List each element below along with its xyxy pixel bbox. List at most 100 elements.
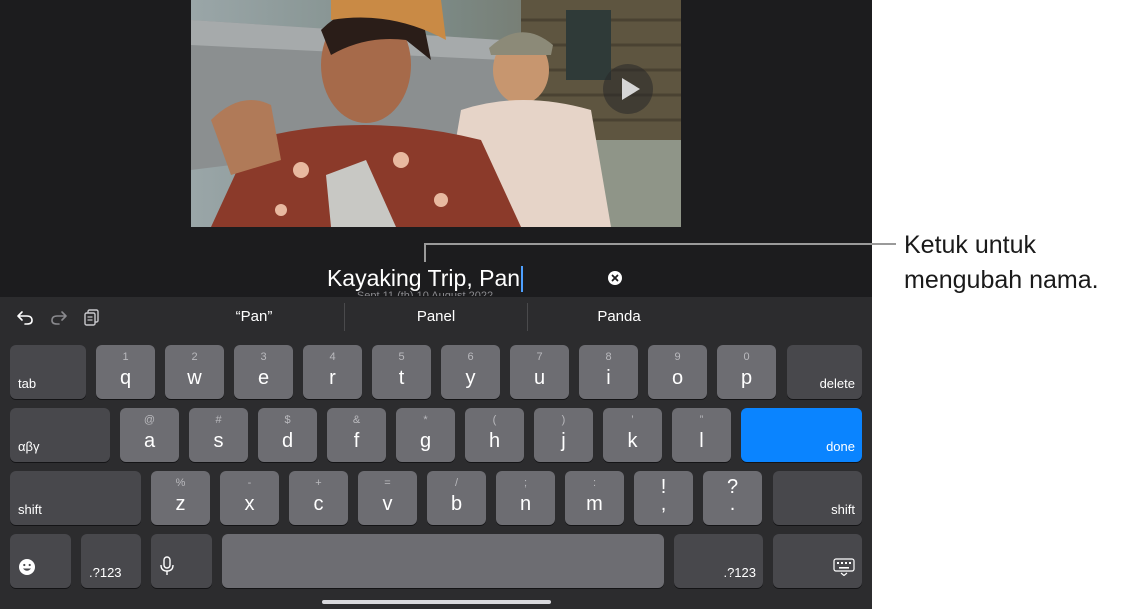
key-i[interactable]: 8i [579,345,638,399]
key-y[interactable]: 6y [441,345,500,399]
key-r[interactable]: 4r [303,345,362,399]
suggestion-1[interactable]: “Pan” [164,297,344,337]
key-v[interactable]: = v [358,471,417,525]
done-key[interactable]: done [741,408,862,462]
shift-key-label: shift [831,502,855,517]
key-char: l [699,430,704,452]
key-q[interactable]: 1q [96,345,155,399]
suggestion-3[interactable]: Panda [528,297,710,337]
key-char: w [187,367,202,389]
key-alt: - [247,477,252,489]
delete-key-label: delete [819,376,855,391]
key-period[interactable]: ?. [703,471,762,525]
undo-button[interactable] [16,308,34,326]
key-char: m [586,493,603,515]
key-alt: 4 [329,351,336,363]
key-alt: $ [284,414,291,426]
key-k[interactable]: ’ k [603,408,662,462]
emoji-key[interactable] [10,534,71,588]
shift-right-key[interactable]: shift [773,471,862,525]
key-char: x [244,493,255,515]
key-char: o [671,367,684,389]
key-f[interactable]: & f [327,408,386,462]
project-date-text: Sept 11 (th) 10 August 2022 [356,290,494,296]
key-alt: ’ [631,414,634,426]
key-alt: : [592,477,597,489]
undo-icon [17,311,33,325]
play-button[interactable] [603,64,653,114]
key-alt: # [215,414,222,426]
key-d[interactable]: $ d [258,408,317,462]
tab-key-label: tab [18,376,37,391]
redo-icon [51,311,67,325]
project-title-text: Kayaking Trip, Pan [326,265,521,291]
dictation-key[interactable] [151,534,212,588]
done-key-label: done [826,439,855,454]
paste-button[interactable] [83,308,101,326]
numbers-key-left[interactable]: .?123 [81,534,141,588]
key-alt: 8 [605,351,612,363]
key-alt: 2 [191,351,198,363]
key-alt: @ [143,414,156,426]
key-alt: 0 [743,351,750,363]
key-p[interactable]: 0p [717,345,776,399]
key-alt: ( [492,414,497,426]
key-t[interactable]: 5t [372,345,431,399]
dismiss-keyboard-key[interactable] [773,534,862,588]
key-char: t [398,367,405,389]
key-c[interactable]: + c [289,471,348,525]
key-char: e [257,367,270,389]
space-bar[interactable] [222,534,664,588]
tab-key[interactable]: tab [10,345,86,399]
key-char: . [729,493,736,515]
key-a[interactable]: @ a [120,408,179,462]
key-j[interactable]: ) j [534,408,593,462]
key-char: c [313,493,324,515]
key-n[interactable]: ; n [496,471,555,525]
key-w[interactable]: 2w [165,345,224,399]
key-alt: * [423,414,428,426]
shift-left-key[interactable]: shift [10,471,141,525]
key-z[interactable]: % z [151,471,210,525]
suggestion-2[interactable]: Panel [345,297,527,337]
key-alt: = [384,477,391,489]
text-cursor [521,266,524,292]
language-key[interactable]: αβγ [10,408,110,462]
key-g[interactable]: * g [396,408,455,462]
key-u[interactable]: 7u [510,345,569,399]
key-l[interactable]: ” l [672,408,731,462]
key-alt: % [175,477,186,489]
paste-icon [84,309,99,326]
key-alt: ) [561,414,566,426]
key-char: j [561,430,566,452]
callout-leader-line [424,243,896,245]
delete-key[interactable]: delete [787,345,862,399]
key-char: d [281,430,294,452]
key-s[interactable]: # s [189,408,248,462]
key-alt: ” [699,414,704,426]
home-indicator [322,600,551,604]
clear-text-button[interactable] [608,271,622,285]
key-m[interactable]: :m [565,471,624,525]
clear-x-icon [611,274,619,282]
key-alt: 5 [398,351,405,363]
numbers-key-label: .?123 [89,565,122,580]
numbers-key-label: .?123 [723,565,756,580]
shortcuts-bar: “Pan” Panel Panda [0,297,872,337]
key-char: n [519,493,532,515]
video-preview[interactable] [191,0,681,227]
key-o[interactable]: 9o [648,345,707,399]
key-char: b [450,493,463,515]
redo-button[interactable] [50,308,68,326]
key-char: y [465,367,476,389]
key-char: p [740,367,753,389]
key-h[interactable]: (h [465,408,524,462]
key-b[interactable]: / b [427,471,486,525]
key-e[interactable]: 3e [234,345,293,399]
numbers-key-right[interactable]: .?123 [674,534,763,588]
key-x[interactable]: -x [220,471,279,525]
microphone-icon [159,556,175,581]
key-alt: 9 [674,351,681,363]
key-comma[interactable]: !, [634,471,693,525]
key-alt: + [315,477,322,489]
